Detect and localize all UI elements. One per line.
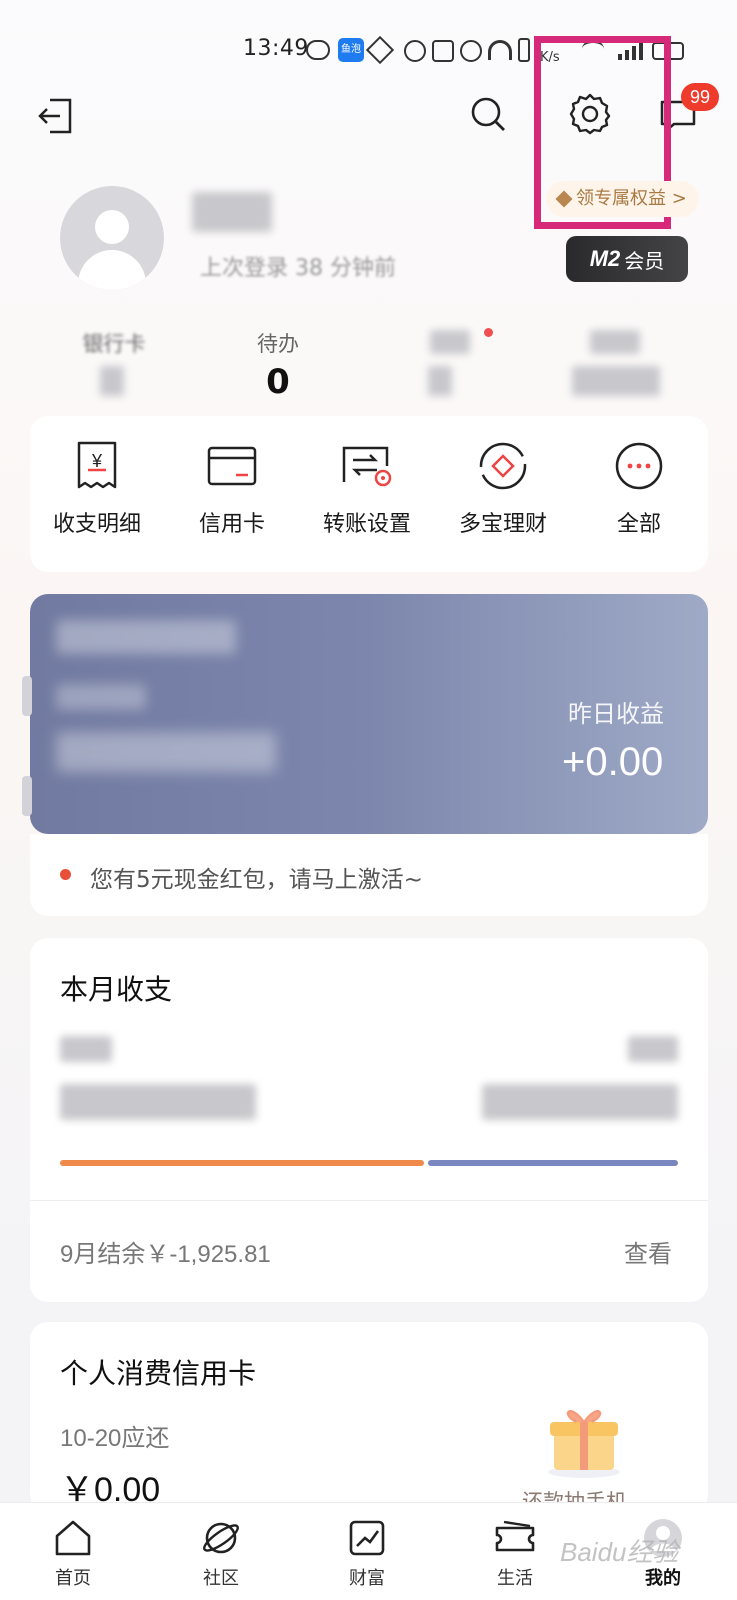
income-progress-bar <box>60 1160 424 1166</box>
more-icon <box>613 440 665 492</box>
wechat-icon <box>306 40 330 60</box>
headphones-icon <box>488 40 512 60</box>
nav-wealth[interactable]: 财富 <box>312 1518 422 1590</box>
message-badge: 99 <box>681 83 719 111</box>
expense-progress-bar <box>428 1160 678 1166</box>
home-icon <box>18 1518 128 1558</box>
account-label-blurred <box>56 684 146 710</box>
divider <box>30 1200 708 1201</box>
monthly-title: 本月收支 <box>60 973 173 1006</box>
shortcut-label: 转账设置 <box>322 512 411 537</box>
account-balance-blurred <box>56 732 276 772</box>
username-blurred <box>192 192 272 232</box>
last-login-text: 上次登录 38 分钟前 <box>200 256 396 281</box>
credit-title: 个人消费信用卡 <box>60 1357 257 1390</box>
nav-community[interactable]: 社区 <box>166 1518 276 1590</box>
nfc-alt-icon <box>404 40 426 62</box>
ticket-icon <box>460 1518 570 1558</box>
status-time: 13:49 <box>243 36 309 61</box>
stat-value-todo: 0 <box>266 362 290 402</box>
shortcut-label: 收支明细 <box>52 512 141 537</box>
watermark: Baidu经验 <box>560 1537 679 1567</box>
stat-value-bank-card <box>100 366 124 396</box>
notice-dot <box>60 869 71 880</box>
shield-icon <box>365 35 395 65</box>
due-date-label: 10-20应还 <box>60 1425 170 1452</box>
stat-value-3 <box>428 366 452 396</box>
shortcut-wealth[interactable]: 多宝理财 <box>438 440 568 538</box>
stat-label-4[interactable] <box>590 330 640 354</box>
avatar[interactable] <box>60 186 164 290</box>
shortcut-label: 信用卡 <box>198 512 265 537</box>
stat-red-dot <box>484 328 493 337</box>
yesterday-earnings-label: 昨日收益 <box>568 700 664 728</box>
gift-box-icon[interactable] <box>540 1400 628 1480</box>
account-name-blurred <box>56 620 236 654</box>
income-value-blurred <box>60 1084 256 1120</box>
stat-value-4 <box>572 366 660 396</box>
credit-card-icon <box>206 440 258 492</box>
rights-button[interactable]: 领专属权益 > <box>546 181 699 217</box>
expense-label-blurred <box>628 1036 678 1062</box>
nav-label: 首页 <box>55 1568 91 1589</box>
income-label-blurred <box>60 1036 112 1062</box>
nav-label: 生活 <box>497 1568 533 1589</box>
shortcut-label: 全部 <box>616 512 661 537</box>
yesterday-earnings-value: +0.00 <box>562 740 664 784</box>
side-tab-bottom <box>22 776 32 816</box>
nav-home[interactable]: 首页 <box>18 1518 128 1590</box>
rights-label: 领专属权益 > <box>576 188 687 209</box>
nav-life[interactable]: 生活 <box>460 1518 570 1590</box>
search-icon[interactable] <box>466 92 510 136</box>
stat-label-bank-card[interactable]: 银行卡 <box>44 328 184 358</box>
member-text: 会员 <box>624 248 665 273</box>
diamond-icon <box>555 190 573 208</box>
monthly-balance-text: 9月结余￥-1,925.81 <box>60 1241 271 1268</box>
member-level: M2 <box>589 246 621 271</box>
logout-icon[interactable] <box>34 94 78 138</box>
side-tab-top <box>22 676 32 716</box>
receipt-icon: ¥ <box>71 440 123 492</box>
nfc-icon <box>432 40 454 62</box>
app-badge-icon: 鱼泡 <box>338 38 364 62</box>
stat-label-todo[interactable]: 待办 <box>208 328 348 358</box>
transfer-settings-icon <box>341 440 393 492</box>
wealth-icon <box>477 440 529 492</box>
shortcut-label: 多宝理财 <box>458 512 547 537</box>
member-badge[interactable]: M2 会员 <box>566 236 688 282</box>
notice-text[interactable]: 您有5元现金红包，请马上激活~ <box>90 860 423 894</box>
stat-label-3[interactable] <box>430 330 470 354</box>
chart-icon <box>312 1518 422 1558</box>
expense-value-blurred <box>482 1084 678 1120</box>
planet-icon <box>166 1518 276 1558</box>
shortcut-credit-card[interactable]: 信用卡 <box>167 440 297 538</box>
shortcut-transfer-settings[interactable]: 转账设置 <box>302 440 432 538</box>
alarm-icon <box>460 40 482 62</box>
battery-small-icon <box>518 38 530 62</box>
nav-label: 财富 <box>349 1568 385 1589</box>
view-button[interactable]: 查看 <box>624 1234 672 1269</box>
nav-label: 社区 <box>203 1568 239 1589</box>
shortcut-all[interactable]: 全部 <box>574 440 704 538</box>
shortcut-transactions[interactable]: ¥ 收支明细 <box>32 440 162 538</box>
svg-text:¥: ¥ <box>91 451 103 471</box>
